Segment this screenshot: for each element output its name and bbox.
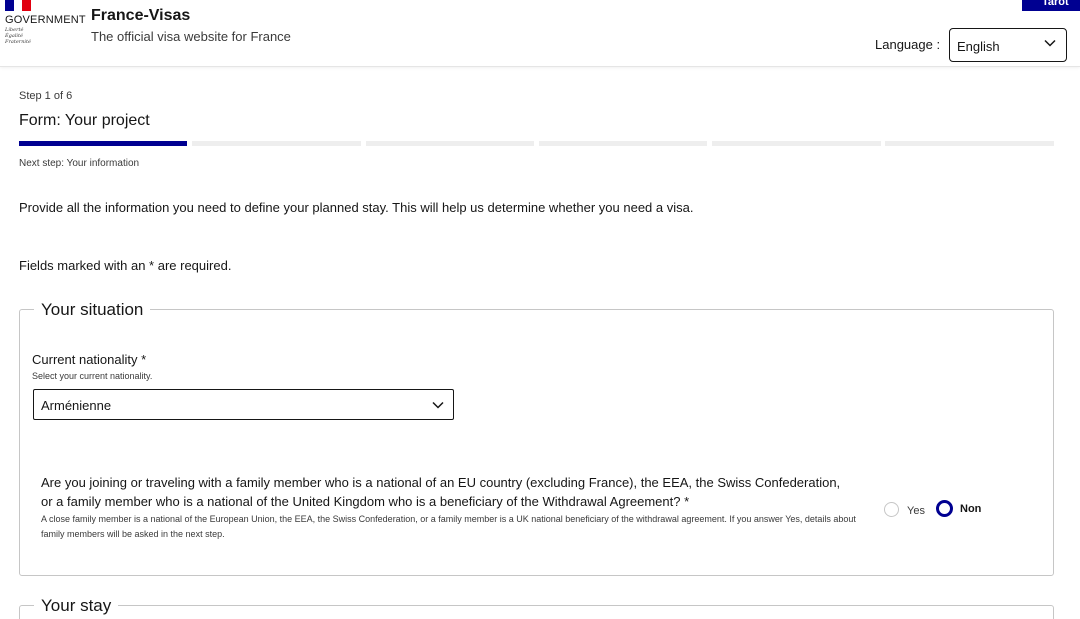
language-select[interactable]: English — [949, 28, 1067, 62]
radio-yes-label[interactable]: Yes — [907, 505, 925, 517]
progress-segment-1 — [19, 141, 187, 146]
progress-segment-6 — [885, 141, 1054, 146]
site-title[interactable]: France-Visas — [91, 7, 190, 25]
progress-segment-3 — [366, 141, 534, 146]
government-logo[interactable]: GOVERNMENT Liberté Égalité Fraternité — [5, 0, 86, 60]
motto-line: Fraternité — [5, 39, 31, 45]
government-label: GOVERNMENT — [5, 14, 86, 26]
situation-legend: Your situation — [34, 300, 151, 320]
nationality-hint: Select your current nationality. — [32, 371, 153, 381]
stay-legend: Your stay — [34, 596, 119, 616]
next-step-label: Next step: Your information — [19, 158, 140, 169]
step-progress — [19, 141, 1054, 146]
language-select-value: English — [957, 39, 1000, 54]
radio-yes[interactable] — [884, 502, 899, 517]
nationality-select[interactable]: Arménienne — [33, 389, 454, 420]
radio-non-label[interactable]: Non — [960, 503, 981, 515]
french-flag-icon — [5, 0, 32, 11]
site-subtitle: The official visa website for France — [91, 29, 291, 44]
stay-fieldset — [19, 605, 1054, 619]
nationality-label: Current nationality * — [32, 352, 147, 367]
language-label: Language : — [875, 37, 941, 52]
motto: Liberté Égalité Fraternité — [5, 27, 31, 45]
family-member-question: Are you joining or traveling with a fami… — [41, 475, 841, 509]
intro-text: Provide all the information you need to … — [19, 200, 694, 215]
top-tab-button[interactable]: Tarot — [1022, 0, 1080, 11]
nationality-select-value: Arménienne — [41, 398, 112, 413]
progress-segment-4 — [539, 141, 707, 146]
progress-segment-2 — [192, 141, 361, 146]
chevron-down-icon — [1044, 39, 1056, 47]
family-member-hint: A close family member is a national of t… — [41, 514, 856, 539]
form-title: Form: Your project — [19, 112, 150, 129]
progress-segment-5 — [712, 141, 881, 146]
radio-non[interactable] — [936, 500, 953, 517]
chevron-down-icon — [432, 401, 444, 409]
required-note: Fields marked with an * are required. — [19, 258, 232, 273]
site-header: GOVERNMENT Liberté Égalité Fraternité Fr… — [0, 0, 1080, 67]
step-count: Step 1 of 6 — [19, 90, 73, 102]
